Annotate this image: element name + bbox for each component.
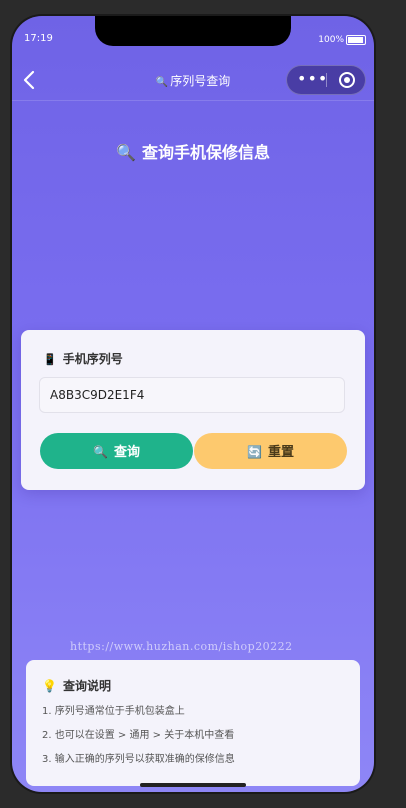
battery-icon [346,35,366,45]
help-title-text: 查询说明 [62,679,111,693]
search-icon: 🔍 [93,445,108,459]
status-time: 17:19 [24,33,53,44]
capsule-divider [326,73,327,87]
page-heading: 🔍 查询手机保修信息 [12,139,374,163]
watermark-text: https://www.huzhan.com/ishop20222 [70,640,293,653]
more-dots-icon[interactable]: ••• [297,71,327,88]
help-card: 💡 查询说明 1. 序列号通常位于手机包装盒上 2. 也可以在设置 > 通用 > … [26,660,360,786]
help-list: 1. 序列号通常位于手机包装盒上 2. 也可以在设置 > 通用 > 关于本机中查… [42,704,235,776]
help-item: 1. 序列号通常位于手机包装盒上 [42,706,185,717]
page-heading-text: 查询手机保修信息 [141,143,270,162]
close-target-icon[interactable] [339,72,355,88]
query-card: 📱 手机序列号 🔍 查询 🔄 重置 [21,330,365,490]
nav-title-text: 序列号查询 [170,74,231,88]
battery-percent: 100% [318,35,344,45]
serial-label-text: 手机序列号 [62,352,123,366]
serial-number-input[interactable] [39,377,345,413]
help-item: 3. 输入正确的序列号以获取准确的保修信息 [42,754,235,765]
status-bar: 17:19 100% [12,16,374,56]
reset-button[interactable]: 🔄 重置 [194,433,347,469]
nav-bar: 🔍 序列号查询 ••• [12,60,374,101]
query-button[interactable]: 🔍 查询 [40,433,193,469]
lightbulb-icon: 💡 [42,679,57,693]
phone-screen: 17:19 100% 🔍序列号查询 ••• 🔍查询手机保修信息 📱手机序列号 🔍… [12,16,374,792]
reset-button-label: 重置 [267,444,294,459]
query-button-label: 查询 [113,444,140,459]
search-icon: 🔍 [155,77,169,88]
refresh-icon: 🔄 [247,445,262,459]
search-icon: 🔍 [116,143,136,162]
help-item: 2. 也可以在设置 > 通用 > 关于本机中查看 [42,730,235,741]
help-title: 💡 查询说明 [42,677,111,694]
serial-field-label: 📱 手机序列号 [43,350,123,367]
phone-icon: 📱 [43,353,57,366]
home-indicator [140,783,246,787]
mini-program-capsule: ••• [286,65,366,95]
